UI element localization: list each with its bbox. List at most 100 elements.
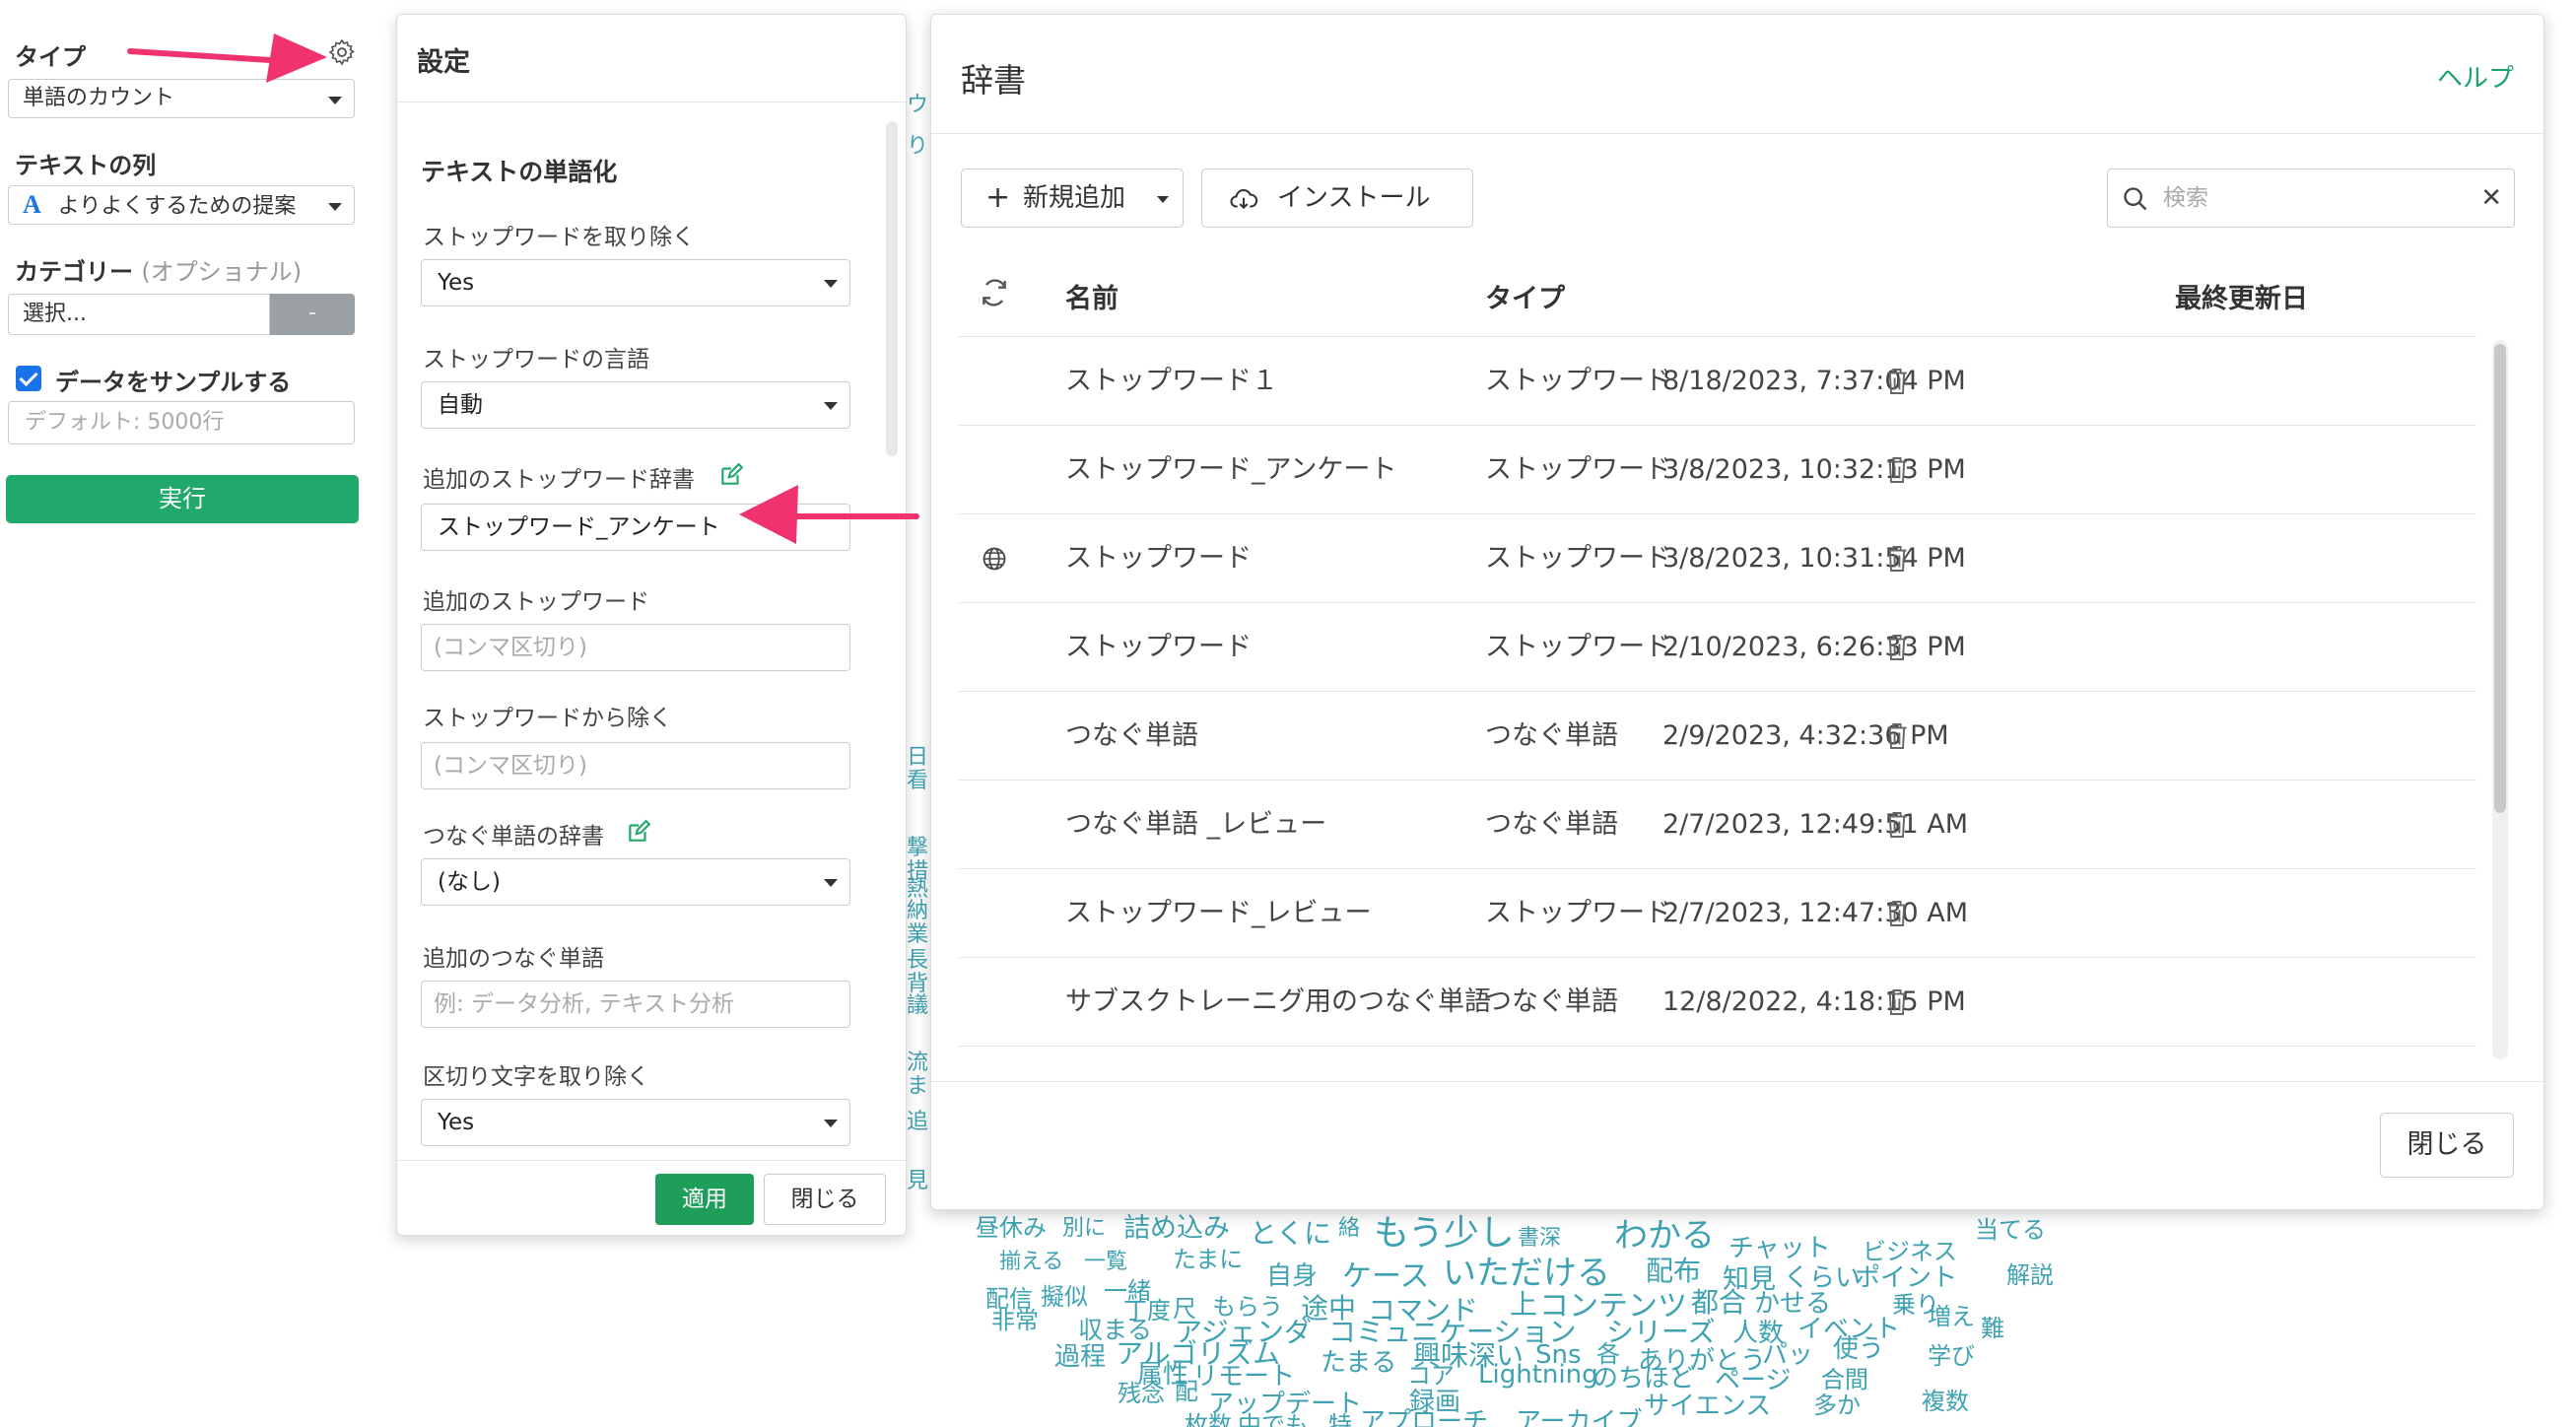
trash-icon[interactable] [1885, 721, 1909, 751]
row-updated: 8/18/2023, 7:37:04 PM [1662, 366, 1966, 396]
row-updated: 2/7/2023, 12:49:51 AM [1662, 809, 1969, 840]
text-column-select[interactable]: A よりよくするための提案 [8, 185, 355, 225]
help-link[interactable]: ヘルプ [2437, 58, 2514, 95]
type-label: タイプ [15, 43, 86, 71]
table-row[interactable]: ストップワード ストップワード 2/10/2023, 6:26:33 PM [959, 602, 2476, 692]
stopword-language-select[interactable]: 自動 [421, 381, 850, 429]
settings-scrollbar[interactable] [886, 121, 898, 456]
search-icon [2124, 187, 2147, 211]
row-type: ストップワード [1485, 898, 1671, 928]
table-row[interactable]: ストップワード ストップワード 3/8/2023, 10:31:54 PM [959, 513, 2476, 603]
row-name: つなぐ単語 _レビュー [1065, 809, 1327, 840]
column-header-updated[interactable]: 最終更新日 [2175, 277, 2308, 315]
row-type: つなぐ単語 [1485, 986, 1618, 1017]
row-type: つなぐ単語 [1485, 809, 1618, 840]
settings-panel: 設定 テキストの単語化 ストップワードを取り除く Yes ストップワードの言語 … [396, 14, 907, 1236]
row-name: つなぐ単語 [1065, 720, 1198, 751]
category-select[interactable]: 選択... - [8, 294, 355, 335]
trash-icon[interactable] [1885, 987, 1909, 1017]
close-button[interactable]: 閉じる [2380, 1113, 2514, 1178]
settings-title: 設定 [417, 47, 470, 78]
extra-stopwords-input[interactable]: (コンマ区切り) [421, 624, 850, 671]
remove-stopwords-label: ストップワードを取り除く [423, 225, 695, 250]
cloud-word: 擬似 [1041, 1283, 1088, 1311]
analysis-sidebar: タイプ 単語のカウント テキストの列 A よりよくするための提案 カテゴリー (… [0, 0, 367, 1427]
dictionary-table: ストップワード１ ストップワード 8/18/2023, 7:37:04 PM ス… [959, 336, 2492, 1061]
search-placeholder: 検索 [2163, 185, 2208, 211]
chevron-down-icon [824, 879, 838, 887]
table-row[interactable]: つなぐ単語 つなぐ単語 2/9/2023, 4:32:36 PM [959, 691, 2476, 781]
remove-stopwords-value: Yes [438, 270, 475, 296]
word-cloud: 昼休み 別に 詰め込み とくに 絡 もう少し 書深 わかる チャット ビジネス … [926, 1208, 2109, 1427]
search-input[interactable]: 検索 ✕ [2107, 169, 2515, 228]
trash-icon[interactable] [1885, 899, 1909, 928]
table-row[interactable]: ストップワード_アンケート ストップワード 3/8/2023, 10:32:13… [959, 425, 2476, 514]
category-label: カテゴリー (オプショナル) [15, 252, 302, 287]
cloud-word: 学び [1928, 1342, 1975, 1370]
stopword-language-label: ストップワードの言語 [423, 347, 649, 373]
row-updated: 2/10/2023, 6:26:33 PM [1662, 632, 1966, 662]
table-row[interactable]: サブスクトレーニグ用のつなぐ単語 つなぐ単語 12/8/2022, 4:18:1… [959, 957, 2476, 1047]
trash-icon[interactable] [1885, 544, 1909, 574]
table-row[interactable]: つなぐ単語 _レビュー つなぐ単語 2/7/2023, 12:49:51 AM [959, 780, 2476, 869]
row-type: ストップワード [1485, 632, 1671, 662]
refresh-icon[interactable] [979, 277, 1010, 308]
dictionary-dialog: 辞書 ヘルプ + 新規追加 インストール 検索 ✕ 名前 タイプ 最終更新日 ス… [930, 14, 2544, 1210]
remove-stopwords-select[interactable]: Yes [421, 259, 850, 306]
cloud-word: 難 [1981, 1315, 2004, 1342]
sample-size-input[interactable]: デフォルト: 5000行 [8, 401, 355, 444]
cloud-word: 見 [907, 1169, 929, 1193]
clear-search-icon[interactable]: ✕ [2480, 170, 2502, 227]
row-updated: 2/7/2023, 12:47:30 AM [1662, 898, 1969, 928]
cloud-word: 絡 [1338, 1216, 1361, 1241]
text-type-icon: A [23, 190, 41, 219]
run-button[interactable]: 実行 [6, 475, 359, 523]
connect-dict-select[interactable]: (なし) [421, 858, 850, 906]
footer-divider [931, 1081, 2543, 1082]
new-button[interactable]: + 新規追加 [961, 169, 1184, 228]
edit-icon[interactable] [626, 819, 651, 845]
column-header-type[interactable]: タイプ [1485, 277, 1565, 315]
table-scrollbar-thumb[interactable] [2494, 344, 2506, 813]
table-row[interactable]: ストップワード１ ストップワード 8/18/2023, 7:37:04 PM [959, 336, 2476, 426]
install-button-label: インストール [1277, 183, 1431, 213]
cloud-word: 非常 [991, 1307, 1039, 1334]
connect-dict-label: つなぐ単語の辞書 [423, 824, 604, 849]
row-type: ストップワード [1485, 543, 1671, 574]
chevron-down-icon [1157, 196, 1169, 203]
category-label-text: カテゴリー [15, 258, 133, 286]
apply-button[interactable]: 適用 [655, 1174, 754, 1225]
dictionary-title: 辞書 [961, 61, 1026, 100]
remove-delimiters-label: 区切り文字を取り除く [423, 1064, 649, 1090]
cloud-word: 別に [1062, 1216, 1107, 1241]
row-type: ストップワード [1485, 366, 1671, 396]
gear-icon[interactable] [327, 37, 357, 67]
category-clear-button[interactable]: - [270, 294, 355, 335]
settings-header: 設定 [397, 15, 906, 102]
cloud-word: 揃える [999, 1250, 1064, 1274]
close-button[interactable]: 閉じる [764, 1174, 886, 1225]
remove-delimiters-select[interactable]: Yes [421, 1099, 850, 1146]
trash-icon[interactable] [1885, 810, 1909, 840]
category-select-value[interactable]: 選択... [8, 294, 270, 335]
chevron-down-icon [824, 402, 838, 410]
globe-icon [983, 547, 1006, 571]
exclude-stopwords-input[interactable]: (コンマ区切り) [421, 742, 850, 789]
header-divider [931, 133, 2543, 134]
row-updated: 12/8/2022, 4:18:15 PM [1662, 986, 1966, 1017]
sample-checkbox[interactable] [16, 366, 41, 391]
trash-icon[interactable] [1885, 367, 1909, 396]
extra-connect-input[interactable]: 例: データ分析, テキスト分析 [421, 981, 850, 1028]
type-select[interactable]: 単語のカウント [8, 79, 355, 118]
install-button[interactable]: インストール [1201, 169, 1473, 228]
cloud-word: 解説 [2006, 1261, 2054, 1289]
trash-icon[interactable] [1885, 633, 1909, 662]
stopword-language-value: 自動 [438, 392, 483, 418]
table-row[interactable]: ストップワード_レビュー ストップワード 2/7/2023, 12:47:30 … [959, 868, 2476, 958]
type-select-value: 単語のカウント [23, 86, 175, 110]
column-header-name[interactable]: 名前 [1065, 277, 1119, 315]
settings-body: テキストの単語化 ストップワードを取り除く Yes ストップワードの言語 自動 … [397, 102, 906, 1160]
extra-stopword-dict-input[interactable]: ストップワード_アンケート [421, 504, 850, 551]
trash-icon[interactable] [1885, 455, 1909, 485]
edit-icon[interactable] [718, 462, 744, 488]
